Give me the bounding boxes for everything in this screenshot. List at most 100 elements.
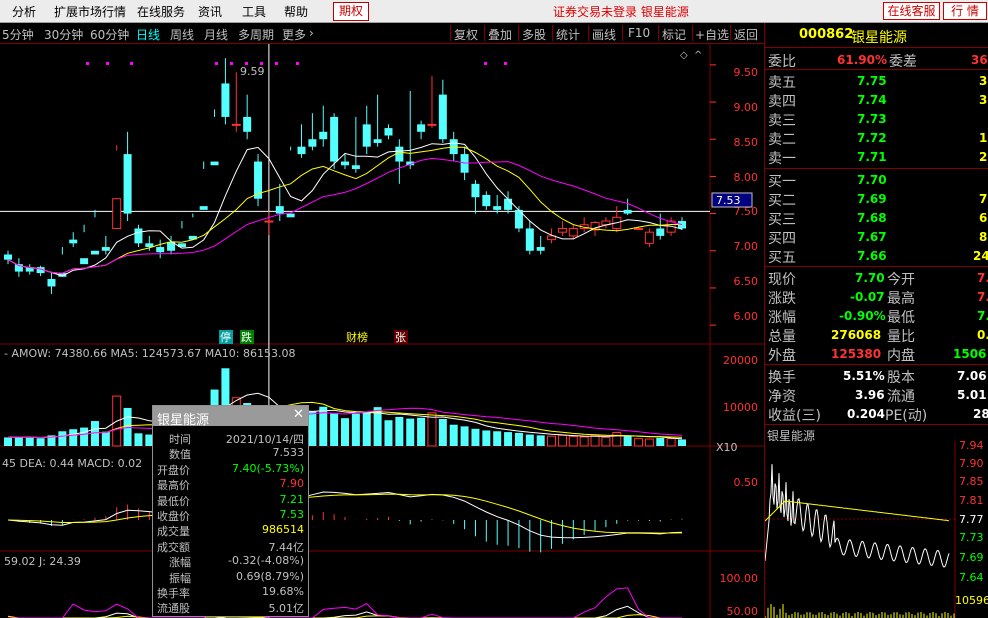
menu-tools[interactable]: 工具 bbox=[242, 3, 266, 20]
popup-row-label: 流通股 bbox=[157, 602, 190, 616]
menu-options[interactable]: 期权 bbox=[333, 2, 369, 21]
candle-body-down bbox=[156, 247, 165, 253]
stat-value: 7. bbox=[977, 309, 988, 323]
volume-bar-down bbox=[308, 411, 317, 446]
period-daily[interactable]: 日线 bbox=[136, 26, 160, 43]
ask-price: 7.71 bbox=[857, 150, 887, 164]
menu-online-service[interactable]: 在线服务 bbox=[137, 3, 185, 20]
volume-bar-down bbox=[536, 435, 545, 446]
volume-bar-up bbox=[547, 435, 557, 447]
volume-bar-up bbox=[427, 412, 437, 447]
signal-dot bbox=[86, 62, 89, 65]
tool-adjust[interactable]: 复权 bbox=[454, 26, 478, 43]
fin-label: PE(动) bbox=[885, 408, 928, 424]
suspend-marker[interactable]: 停 bbox=[220, 330, 231, 344]
ask-volume: 1 bbox=[979, 131, 988, 145]
stock-name: 银星能源 bbox=[851, 30, 907, 46]
tool-multi-stock[interactable]: 多股 bbox=[522, 26, 546, 43]
bid-label: 买二 bbox=[768, 193, 796, 209]
period-30min[interactable]: 30分钟 bbox=[44, 26, 83, 43]
tool-overlay[interactable]: 叠加 bbox=[488, 26, 512, 43]
tool-draw[interactable]: 画线 bbox=[592, 26, 616, 43]
chevron-right-icon[interactable]: › bbox=[309, 26, 314, 40]
menu-extended-market[interactable]: 扩展市场行情 bbox=[54, 3, 126, 20]
rise-marker[interactable]: 张 bbox=[395, 331, 406, 344]
stat-label: 总量 bbox=[768, 329, 796, 345]
ask-label: 卖五 bbox=[768, 75, 796, 91]
intraday-mini-chart[interactable]: 7.94 7.90 7.85 7.81 7.77 7.73 7.69 7.64 … bbox=[765, 441, 988, 618]
quote-button[interactable]: 行 情 bbox=[943, 2, 987, 20]
tool-add-favorite[interactable]: +自选 bbox=[695, 26, 729, 43]
stock-code: 000862 bbox=[799, 27, 854, 42]
stat-value: 7. bbox=[977, 290, 988, 304]
period-multi[interactable]: 多周期 bbox=[238, 26, 274, 43]
fin-value: 5.01 bbox=[957, 388, 987, 402]
popup-row-label: 成交量 bbox=[157, 525, 190, 539]
kdj-layer bbox=[7, 587, 682, 618]
order-ratio-value: 61.90% bbox=[837, 53, 887, 67]
volume-bar-up bbox=[601, 436, 611, 447]
period-weekly[interactable]: 周线 bbox=[170, 26, 194, 43]
tool-stats[interactable]: 统计 bbox=[556, 26, 580, 43]
volume-bar-down bbox=[417, 417, 426, 446]
bid-volume: 7 bbox=[979, 192, 988, 206]
kdj-k-line bbox=[8, 605, 682, 618]
fin-value: 0.204 bbox=[847, 407, 885, 421]
stat-label: 量比 bbox=[887, 329, 915, 345]
finance-marker[interactable]: 财榜 bbox=[346, 330, 368, 344]
toolbar-separator bbox=[450, 25, 451, 41]
price-axis-tick: 9.50 bbox=[734, 66, 759, 79]
ask-volume: 2 bbox=[979, 150, 988, 164]
volume-bar-down bbox=[80, 427, 89, 446]
bid-label: 买五 bbox=[768, 250, 796, 266]
stat-label: 外盘 bbox=[768, 348, 796, 364]
mini-axis-tick: 7.90 bbox=[959, 457, 984, 470]
volume-layer bbox=[4, 368, 686, 447]
ask-label: 卖三 bbox=[768, 113, 796, 129]
menu-help[interactable]: 帮助 bbox=[284, 3, 308, 20]
popup-row-value: 2021/10/14/四 bbox=[225, 433, 304, 446]
stat-value: 276068 bbox=[831, 328, 882, 342]
tool-mark[interactable]: 标记 bbox=[662, 26, 686, 43]
tool-back[interactable]: 返回 bbox=[734, 26, 758, 43]
candlestick-layer bbox=[4, 58, 686, 294]
mini-axis-tick: 7.69 bbox=[959, 551, 984, 564]
popup-row-value: 0.69(8.79%) bbox=[235, 569, 304, 583]
diamond-icon[interactable]: ◇ bbox=[680, 50, 688, 61]
volume-bar-down bbox=[525, 434, 534, 446]
price-axis-tick: 9.00 bbox=[734, 101, 759, 114]
tool-f10[interactable]: F10 bbox=[628, 26, 650, 40]
candle-body-down bbox=[438, 94, 447, 140]
toolbar-separator bbox=[692, 25, 693, 41]
volume-bar-down bbox=[134, 433, 143, 446]
period-60min[interactable]: 60分钟 bbox=[90, 26, 129, 43]
stock-chart[interactable]: 9.50 9.00 8.50 8.00 7.50 7.00 6.50 6.00 … bbox=[0, 44, 764, 618]
volume-bar-up bbox=[579, 436, 589, 447]
popup-row-value: 7.53 bbox=[279, 508, 305, 521]
period-5min[interactable]: 5分钟 bbox=[2, 26, 34, 43]
period-monthly[interactable]: 月线 bbox=[204, 26, 228, 43]
bid-price: 7.67 bbox=[857, 230, 887, 244]
volume-bar-down bbox=[504, 432, 513, 446]
macd-axis-tick: 0.50 bbox=[734, 476, 759, 489]
candle-info-popup[interactable]: 银星能源 ✕ 时间 2021/10/14/四 数值 7.533 开盘价 7.40(-5.7… bbox=[152, 405, 309, 617]
volume-bar-down bbox=[351, 413, 360, 446]
close-icon[interactable]: ✕ bbox=[293, 407, 304, 422]
candle-body-down bbox=[101, 247, 110, 251]
volume-bar-down bbox=[123, 407, 132, 446]
down-marker[interactable]: 跌 bbox=[241, 330, 252, 344]
volume-bar-down bbox=[656, 437, 665, 446]
popup-row-value: -0.32(-4.08%) bbox=[228, 554, 304, 568]
online-support-button[interactable]: 在线客服 bbox=[883, 2, 940, 20]
volume-bar-down bbox=[395, 416, 404, 446]
menu-analysis[interactable]: 分析 bbox=[12, 3, 36, 20]
chevron-up-icon[interactable]: ^ bbox=[694, 50, 702, 61]
popup-header[interactable]: 银星能源 ✕ bbox=[153, 406, 308, 428]
popup-row-label: 开盘价 bbox=[157, 463, 190, 477]
menu-news[interactable]: 资讯 bbox=[198, 3, 222, 20]
period-more[interactable]: 更多 bbox=[282, 26, 306, 43]
candle-body-down bbox=[210, 161, 219, 166]
stat-value: 125380 bbox=[831, 347, 882, 361]
candle-body-up bbox=[634, 227, 644, 230]
candle-body-down bbox=[275, 206, 284, 214]
